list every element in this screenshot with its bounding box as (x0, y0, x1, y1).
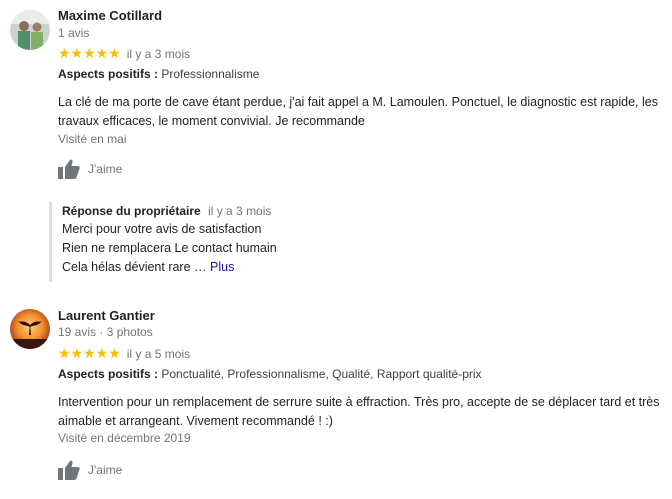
reply-line: Cela hélas dévient rare … Plus (62, 258, 622, 277)
author-meta: 1 avis (58, 26, 90, 40)
star-rating-icon: ★★★★★ (58, 346, 121, 362)
more-link[interactable]: Plus (210, 260, 234, 274)
thumb-up-icon (58, 159, 80, 179)
like-button[interactable]: J'aime (58, 159, 122, 179)
reply-time: il y a 3 mois (208, 204, 272, 218)
owner-reply: Réponse du propriétaire il y a 3 mois Me… (49, 202, 622, 282)
reply-line: Merci pour votre avis de satisfaction (62, 222, 262, 236)
author-name[interactable]: Laurent Gantier (58, 308, 155, 323)
like-button[interactable]: J'aime (58, 460, 122, 480)
star-rating-icon: ★★★★★ (58, 46, 121, 62)
aspects-value: Professionnalisme (161, 67, 260, 81)
author-meta: 19 avis · 3 photos (58, 325, 153, 339)
thumb-up-icon (58, 460, 80, 480)
visited-date: Visité en mai (58, 132, 127, 146)
aspects-label: Aspects positifs : (58, 67, 159, 81)
like-label: J'aime (88, 463, 123, 477)
review-text: Intervention pour un remplacement de ser… (58, 395, 660, 428)
avatar[interactable] (10, 10, 50, 50)
visited-date: Visité en décembre 2019 (58, 431, 191, 445)
like-label: J'aime (88, 162, 123, 176)
review-time: il y a 3 mois (126, 47, 191, 61)
positive-aspects: Aspects positifs : Ponctualité, Professi… (58, 367, 482, 381)
positive-aspects: Aspects positifs : Professionnalisme (58, 67, 259, 81)
review-time: il y a 5 mois (126, 347, 191, 361)
reply-title: Réponse du propriétaire (62, 204, 201, 218)
aspects-value: Ponctualité, Professionnalisme, Qualité,… (161, 367, 482, 381)
reply-header: Réponse du propriétaire il y a 3 mois (62, 202, 622, 220)
avatar[interactable] (10, 309, 50, 349)
aspects-label: Aspects positifs : (58, 367, 159, 381)
author-name[interactable]: Maxime Cotillard (58, 8, 162, 23)
reply-line-text: Cela hélas dévient rare … (62, 260, 207, 274)
rating-row: ★★★★★ il y a 3 mois (58, 46, 190, 62)
review-text: La clé de ma porte de cave étant perdue,… (58, 95, 658, 128)
reply-line: Rien ne remplacera Le contact humain (62, 241, 277, 255)
rating-row: ★★★★★ il y a 5 mois (58, 346, 190, 362)
